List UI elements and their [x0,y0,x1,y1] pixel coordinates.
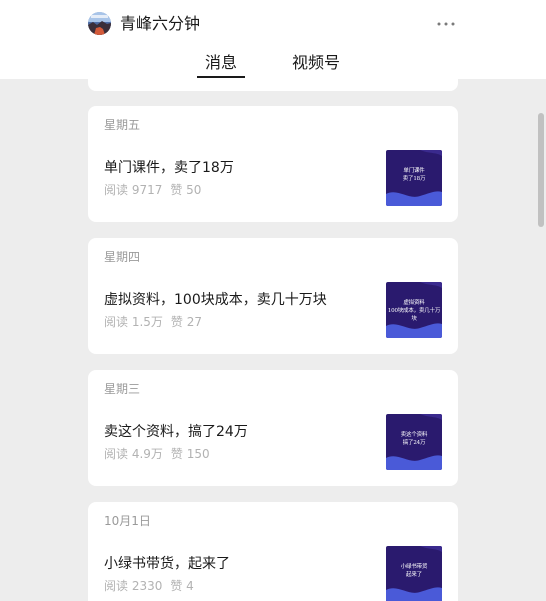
thumbnail-caption: 虚拟资料 100块成本，卖几十万块 [387,300,441,322]
like-count: 赞 4 [170,579,194,593]
previous-card-edge [88,79,458,91]
more-horizontal-icon [437,22,455,26]
article-stats: 阅读 9717 赞 50 [104,182,201,198]
article-thumbnail[interactable]: 单门课件 卖了18万 [386,150,442,206]
more-options-button[interactable] [433,15,459,33]
account-name: 青峰六分钟 [120,14,201,33]
thumbnail-caption: 单门课件 卖了18万 [402,168,426,182]
article-title[interactable]: 小绿书带货，起来了 [104,554,230,574]
tab-messages[interactable]: 消息 [205,52,237,74]
thumbnail-caption: 卖这个资料 搞了24万 [400,432,428,446]
article-stats: 阅读 1.5万赞 27 [104,314,202,330]
article-card[interactable]: 10月1日 小绿书带货，起来了 阅读 2330 赞 4 小绿书带货 起来了 [88,502,458,601]
article-date: 星期三 [104,382,141,396]
read-count: 阅读 1.5万 [104,315,163,329]
scrollbar-thumb[interactable] [538,113,544,227]
message-list[interactable]: 星期五 单门课件，卖了18万 阅读 9717 赞 50 单门课件 卖了18万 星期… [0,79,546,601]
active-tab-indicator [197,76,245,78]
thumbnail-caption: 小绿书带货 起来了 [400,564,428,578]
article-thumbnail[interactable]: 卖这个资料 搞了24万 [386,414,442,470]
tab-channels[interactable]: 视频号 [292,52,340,74]
article-card[interactable]: 星期五 单门课件，卖了18万 阅读 9717 赞 50 单门课件 卖了18万 [88,106,458,222]
article-stats: 阅读 2330 赞 4 [104,578,194,594]
like-count: 赞 150 [170,447,210,461]
read-count: 阅读 2330 [104,579,163,593]
article-card[interactable]: 星期四 虚拟资料，100块成本，卖几十万块 阅读 1.5万赞 27 虚拟资料 1… [88,238,458,354]
article-stats: 阅读 4.9万赞 150 [104,446,210,462]
article-date: 星期五 [104,118,141,132]
read-count: 阅读 9717 [104,183,163,197]
article-thumbnail[interactable]: 小绿书带货 起来了 [386,546,442,601]
read-count: 阅读 4.9万 [104,447,163,461]
like-count: 赞 50 [170,183,202,197]
article-title[interactable]: 卖这个资料，搞了24万 [104,422,248,442]
like-count: 赞 27 [170,315,202,329]
article-date: 10月1日 [104,514,151,528]
article-card[interactable]: 星期三 卖这个资料，搞了24万 阅读 4.9万赞 150 卖这个资料 搞了24万 [88,370,458,486]
article-title[interactable]: 单门课件，卖了18万 [104,158,234,178]
article-title[interactable]: 虚拟资料，100块成本，卖几十万块 [104,290,327,310]
account-header: 青峰六分钟 消息 视频号 [0,0,546,79]
article-date: 星期四 [104,250,141,264]
account-avatar[interactable] [88,12,111,35]
article-thumbnail[interactable]: 虚拟资料 100块成本，卖几十万块 [386,282,442,338]
